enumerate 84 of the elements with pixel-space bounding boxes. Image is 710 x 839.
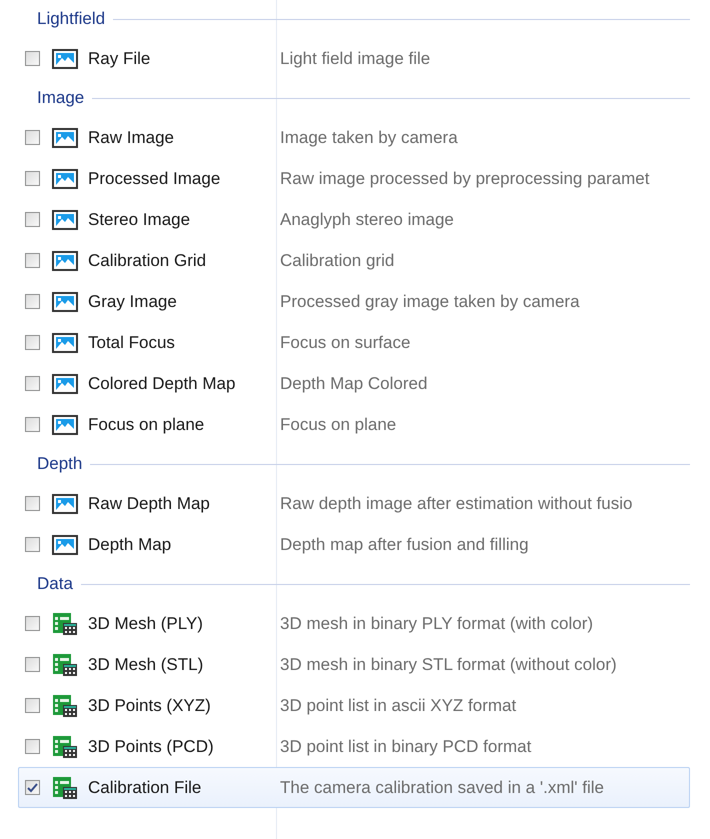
- checkbox[interactable]: [25, 496, 40, 511]
- item-name: Calibration File: [88, 778, 202, 798]
- checkbox[interactable]: [25, 780, 40, 795]
- item-name: Raw Depth Map: [88, 494, 211, 514]
- list-row[interactable]: Depth Map Depth map after fusion and filling: [18, 524, 690, 565]
- list-row[interactable]: Colored Depth Map Depth Map Colored: [18, 363, 690, 404]
- image-icon: [52, 168, 78, 188]
- item-description: Processed gray image taken by camera: [280, 292, 580, 312]
- list-row[interactable]: Ray File Light field image file: [18, 38, 690, 79]
- item-name: Focus on plane: [88, 414, 206, 434]
- item-name: Total Focus: [88, 332, 176, 352]
- image-icon: [52, 210, 78, 230]
- spreadsheet-icon: [52, 776, 78, 800]
- checkbox[interactable]: [25, 294, 40, 309]
- spreadsheet-icon: [52, 612, 78, 636]
- group-title: Data: [37, 574, 73, 594]
- item-name: Stereo Image: [88, 210, 192, 230]
- item-description: Depth map after fusion and filling: [280, 534, 529, 554]
- item-description: Depth Map Colored: [280, 374, 428, 394]
- spreadsheet-icon: [52, 652, 78, 676]
- checkbox[interactable]: [25, 335, 40, 350]
- checkbox[interactable]: [25, 616, 40, 631]
- item-name: 3D Mesh (STL): [88, 654, 204, 674]
- item-description: Calibration grid: [280, 250, 394, 270]
- list-row[interactable]: Raw Image Image taken by camera: [18, 117, 690, 158]
- checkbox[interactable]: [25, 212, 40, 227]
- item-name: 3D Points (XYZ): [88, 696, 212, 716]
- spreadsheet-icon: [52, 734, 78, 758]
- list-row[interactable]: Focus on plane Focus on plane: [18, 404, 690, 445]
- checkbox[interactable]: [25, 739, 40, 754]
- checkbox[interactable]: [25, 537, 40, 552]
- image-icon: [52, 374, 78, 394]
- item-description: 3D mesh in binary PLY format (with color): [280, 614, 594, 634]
- item-description: 3D mesh in binary STL format (without color): [280, 654, 617, 674]
- image-icon: [52, 48, 78, 68]
- checkbox[interactable]: [25, 376, 40, 391]
- list-row[interactable]: Processed Image Raw image processed by preprocessing paramet: [18, 158, 690, 199]
- list-row[interactable]: Raw Depth Map Raw depth image after estimation without fusio: [18, 483, 690, 524]
- item-name: 3D Mesh (PLY): [88, 614, 204, 634]
- item-name: 3D Points (PCD): [88, 736, 215, 756]
- checkbox[interactable]: [25, 253, 40, 268]
- checkbox[interactable]: [25, 657, 40, 672]
- image-icon: [52, 250, 78, 270]
- group-title: Depth: [37, 454, 82, 474]
- image-icon: [52, 414, 78, 434]
- checkbox[interactable]: [25, 417, 40, 432]
- list-row[interactable]: Total Focus Focus on surface: [18, 322, 690, 363]
- list-row[interactable]: Stereo Image Anaglyph stereo image: [18, 199, 690, 240]
- list-row[interactable]: Calibration Grid Calibration grid: [18, 240, 690, 281]
- item-name: Depth Map: [88, 534, 172, 554]
- image-icon: [52, 332, 78, 352]
- spreadsheet-icon: [52, 694, 78, 718]
- item-description: The camera calibration saved in a '.xml' file: [280, 778, 604, 798]
- item-name: Colored Depth Map: [88, 374, 236, 394]
- item-description: 3D point list in ascii XYZ format: [280, 696, 516, 716]
- checkbox[interactable]: [25, 171, 40, 186]
- list-row[interactable]: 3D Points (PCD) 3D point list in binary PCD format: [18, 726, 690, 767]
- group-title: Image: [37, 88, 84, 108]
- image-icon: [52, 534, 78, 554]
- item-name: Gray Image: [88, 292, 178, 312]
- item-name: Raw Image: [88, 128, 175, 148]
- image-icon: [52, 494, 78, 514]
- item-description: Focus on plane: [280, 414, 396, 434]
- item-description: Light field image file: [280, 48, 430, 68]
- checkbox[interactable]: [25, 51, 40, 66]
- item-description: Anaglyph stereo image: [280, 210, 454, 230]
- list-row[interactable]: 3D Mesh (STL) 3D mesh in binary STL format (without color): [18, 644, 690, 685]
- image-icon: [52, 128, 78, 148]
- item-name: Ray File: [88, 48, 152, 68]
- item-description: Focus on surface: [280, 332, 410, 352]
- list-row[interactable]: Gray Image Processed gray image taken by camera: [18, 281, 690, 322]
- image-icon: [52, 292, 78, 312]
- list-row[interactable]: 3D Points (XYZ) 3D point list in ascii XYZ format: [18, 685, 690, 726]
- checkbox[interactable]: [25, 698, 40, 713]
- checkbox[interactable]: [25, 130, 40, 145]
- item-description: Image taken by camera: [280, 128, 458, 148]
- item-description: Raw depth image after estimation without fusio: [280, 494, 632, 514]
- item-description: 3D point list in binary PCD format: [280, 736, 532, 756]
- item-name: Processed Image: [88, 168, 222, 188]
- item-description: Raw image processed by preprocessing paramet: [280, 168, 650, 188]
- list-row[interactable]: Calibration File The camera calibration saved in a '.xml' file: [18, 767, 690, 808]
- group-title: Lightfield: [37, 9, 106, 29]
- list-row[interactable]: 3D Mesh (PLY) 3D mesh in binary PLY format (with color): [18, 603, 690, 644]
- item-name: Calibration Grid: [88, 250, 208, 270]
